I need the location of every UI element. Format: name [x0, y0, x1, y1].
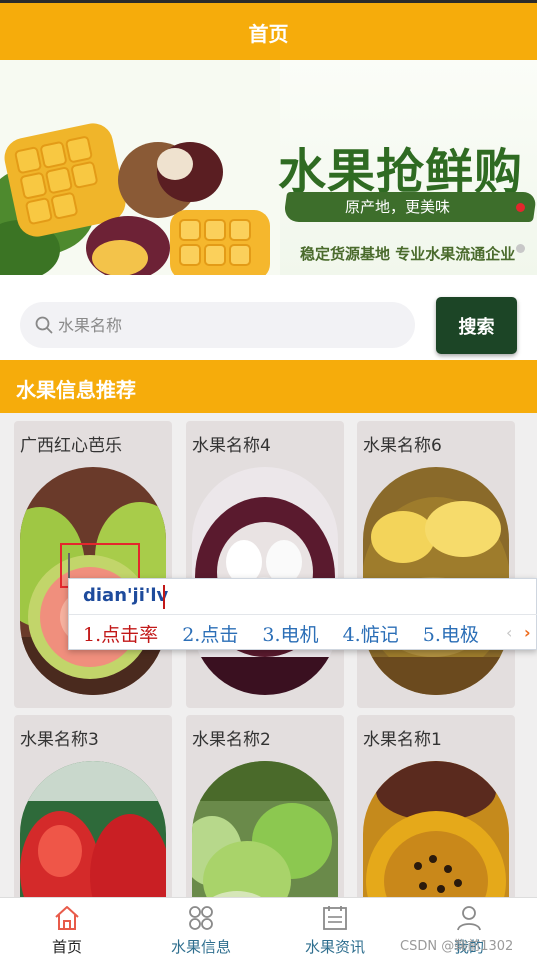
fruit-image[interactable]	[192, 761, 338, 897]
banner-fruit-image	[0, 60, 280, 275]
ime-divider	[69, 614, 537, 615]
page-title: 首页	[248, 22, 289, 46]
passion-fruit-photo	[363, 761, 509, 897]
search-box[interactable]	[20, 302, 415, 348]
fruit-name: 水果名称4	[192, 436, 271, 456]
home-icon	[55, 906, 79, 930]
grid-icon	[189, 906, 213, 930]
wax-apple-photo	[20, 761, 166, 897]
tab-home[interactable]: 首页	[0, 898, 134, 963]
fruit-name: 水果名称3	[20, 730, 99, 750]
tab-label: 水果信息	[170, 938, 231, 956]
carousel-dot-active[interactable]	[516, 203, 525, 212]
search-icon	[35, 316, 53, 334]
fruit-image[interactable]	[20, 761, 166, 897]
ime-candidate[interactable]: 5.电极	[423, 624, 479, 646]
news-icon	[323, 906, 347, 930]
i-beam-cursor	[68, 553, 72, 579]
section-title: 水果信息推荐	[16, 378, 136, 402]
tab-label: 水果资讯	[304, 938, 365, 956]
tab-label: 首页	[51, 938, 82, 956]
search-row: 搜索	[0, 288, 537, 360]
fruit-card[interactable]: 水果名称1	[357, 715, 515, 897]
top-nav-bar: 首页	[0, 0, 537, 60]
ime-candidate[interactable]: 4.惦记	[343, 624, 399, 646]
fruit-card[interactable]: 水果名称2	[186, 715, 344, 897]
ime-caret	[163, 585, 165, 609]
fruit-card[interactable]: 水果名称4	[186, 421, 344, 708]
ime-candidate-window[interactable]: dian'ji'lv 1.点击率 2.点击 3.电机 4.惦记 5.电极 ‹ ›	[68, 578, 537, 650]
user-icon	[457, 906, 481, 931]
ime-candidate[interactable]: 1.点击率	[83, 624, 158, 646]
ime-composition-text: dian'ji'lv	[83, 585, 169, 606]
carousel-dot[interactable]	[516, 244, 525, 253]
fruit-name: 水果名称6	[363, 436, 442, 456]
section-header: 水果信息推荐	[0, 360, 537, 413]
ime-candidate-list: 1.点击率 2.点击 3.电机 4.惦记 5.电极	[83, 620, 497, 647]
banner-subhead: 原产地，更美味	[345, 198, 451, 216]
green-apple-photo	[192, 761, 338, 897]
fruit-image[interactable]	[363, 761, 509, 897]
tab-fruit-news[interactable]: 水果资讯	[268, 898, 402, 963]
ime-candidate[interactable]: 2.点击	[182, 624, 238, 646]
fruit-card[interactable]: 水果名称3	[14, 715, 172, 897]
chevron-left-icon[interactable]: ‹	[506, 623, 512, 642]
ime-candidate[interactable]: 3.电机	[262, 624, 318, 646]
search-input[interactable]	[58, 302, 398, 348]
tab-fruit-info[interactable]: 水果信息	[134, 898, 268, 963]
banner-tagline: 稳定货源基地 专业水果流通企业	[300, 245, 516, 263]
chevron-right-icon[interactable]: ›	[524, 623, 531, 642]
search-button[interactable]: 搜索	[436, 297, 517, 354]
watermark: CSDN @鞠前1302	[400, 939, 514, 954]
fruit-name: 水果名称2	[192, 730, 271, 750]
fruit-grid: 广西红心芭乐 水果名称4 水果名称6 水果名称3 水果名称2 水果名称1	[0, 413, 537, 897]
fruit-card[interactable]: 水果名称6	[357, 421, 515, 708]
fruit-name: 水果名称1	[363, 730, 442, 750]
fruit-name: 广西红心芭乐	[20, 436, 122, 456]
promo-banner[interactable]: 水果抢鲜购 原产地，更美味 稳定货源基地 专业水果流通企业	[0, 60, 537, 275]
